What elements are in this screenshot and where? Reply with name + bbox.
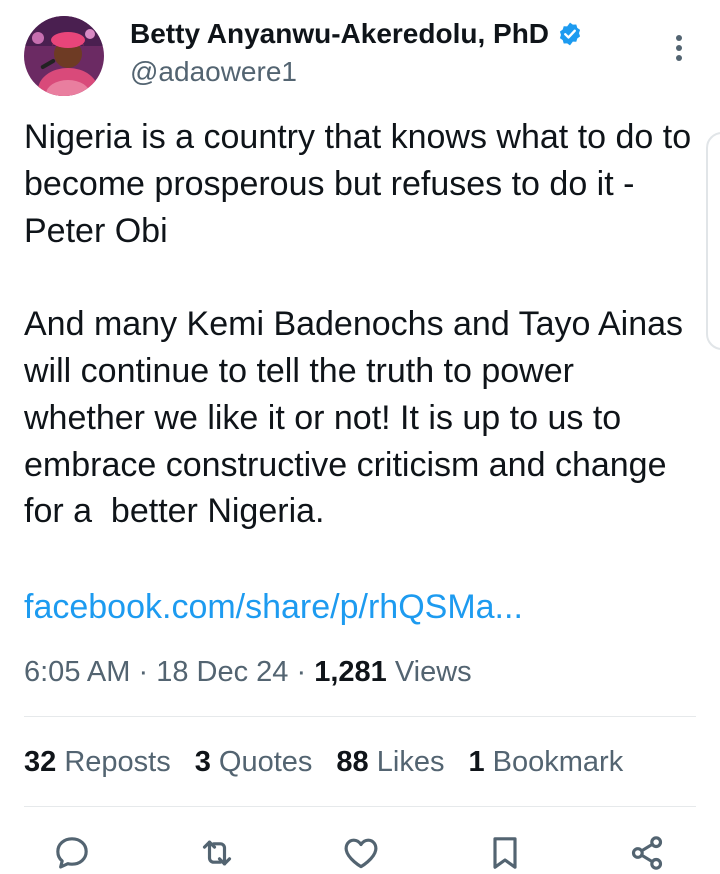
views-label[interactable]: Views xyxy=(395,656,472,688)
bookmarks-stat[interactable]: 1 Bookmark xyxy=(468,742,623,782)
tweet-link[interactable]: facebook.com/share/p/rhQSMa... xyxy=(24,584,523,630)
reply-icon[interactable] xyxy=(51,832,93,874)
like-icon[interactable] xyxy=(340,832,382,874)
tweet-paragraph: Nigeria is a country that knows what to … xyxy=(24,118,701,250)
share-icon[interactable] xyxy=(626,832,668,874)
author-name-row[interactable]: Betty Anyanwu-Akeredolu, PhD xyxy=(130,17,583,51)
divider xyxy=(24,806,696,807)
reposts-label: Reposts xyxy=(64,746,171,778)
bookmarks-count: 1 xyxy=(468,746,485,778)
meta-separator: · xyxy=(296,656,307,688)
engagement-stats: 32 Reposts 3 Quotes 88 Likes 1 Bookmark xyxy=(24,742,623,782)
likes-stat[interactable]: 88 Likes xyxy=(336,742,444,782)
quotes-count: 3 xyxy=(194,746,211,778)
bookmark-icon[interactable] xyxy=(484,832,526,874)
tweet-date[interactable]: 18 Dec 24 xyxy=(156,656,288,688)
action-bar xyxy=(0,828,720,874)
verified-badge-icon xyxy=(557,21,583,47)
likes-label: Likes xyxy=(376,746,445,778)
bookmarks-label: Bookmark xyxy=(492,746,624,778)
adjacent-card-edge xyxy=(706,132,720,350)
tweet-time[interactable]: 6:05 AM xyxy=(24,656,130,688)
reposts-count: 32 xyxy=(24,746,57,778)
tweet-meta: 6:05 AM · 18 Dec 24 · 1,281 Views xyxy=(24,652,472,692)
avatar-image xyxy=(24,16,104,96)
tweet-text: Nigeria is a country that knows what to … xyxy=(24,114,700,535)
quotes-label: Quotes xyxy=(218,746,313,778)
tweet-paragraph: And many Kemi Badenochs and Tayo Ainas w… xyxy=(24,305,693,531)
views-count[interactable]: 1,281 xyxy=(314,656,387,688)
meta-separator: · xyxy=(138,656,149,688)
quotes-stat[interactable]: 3 Quotes xyxy=(195,742,313,782)
display-name[interactable]: Betty Anyanwu-Akeredolu, PhD xyxy=(130,17,549,51)
divider xyxy=(24,716,696,717)
repost-icon[interactable] xyxy=(196,832,238,874)
avatar[interactable] xyxy=(24,16,104,96)
reposts-stat[interactable]: 32 Reposts xyxy=(24,742,171,782)
author-handle[interactable]: @adaowere1 xyxy=(130,55,297,89)
likes-count: 88 xyxy=(336,746,369,778)
more-options-icon[interactable] xyxy=(664,30,694,66)
